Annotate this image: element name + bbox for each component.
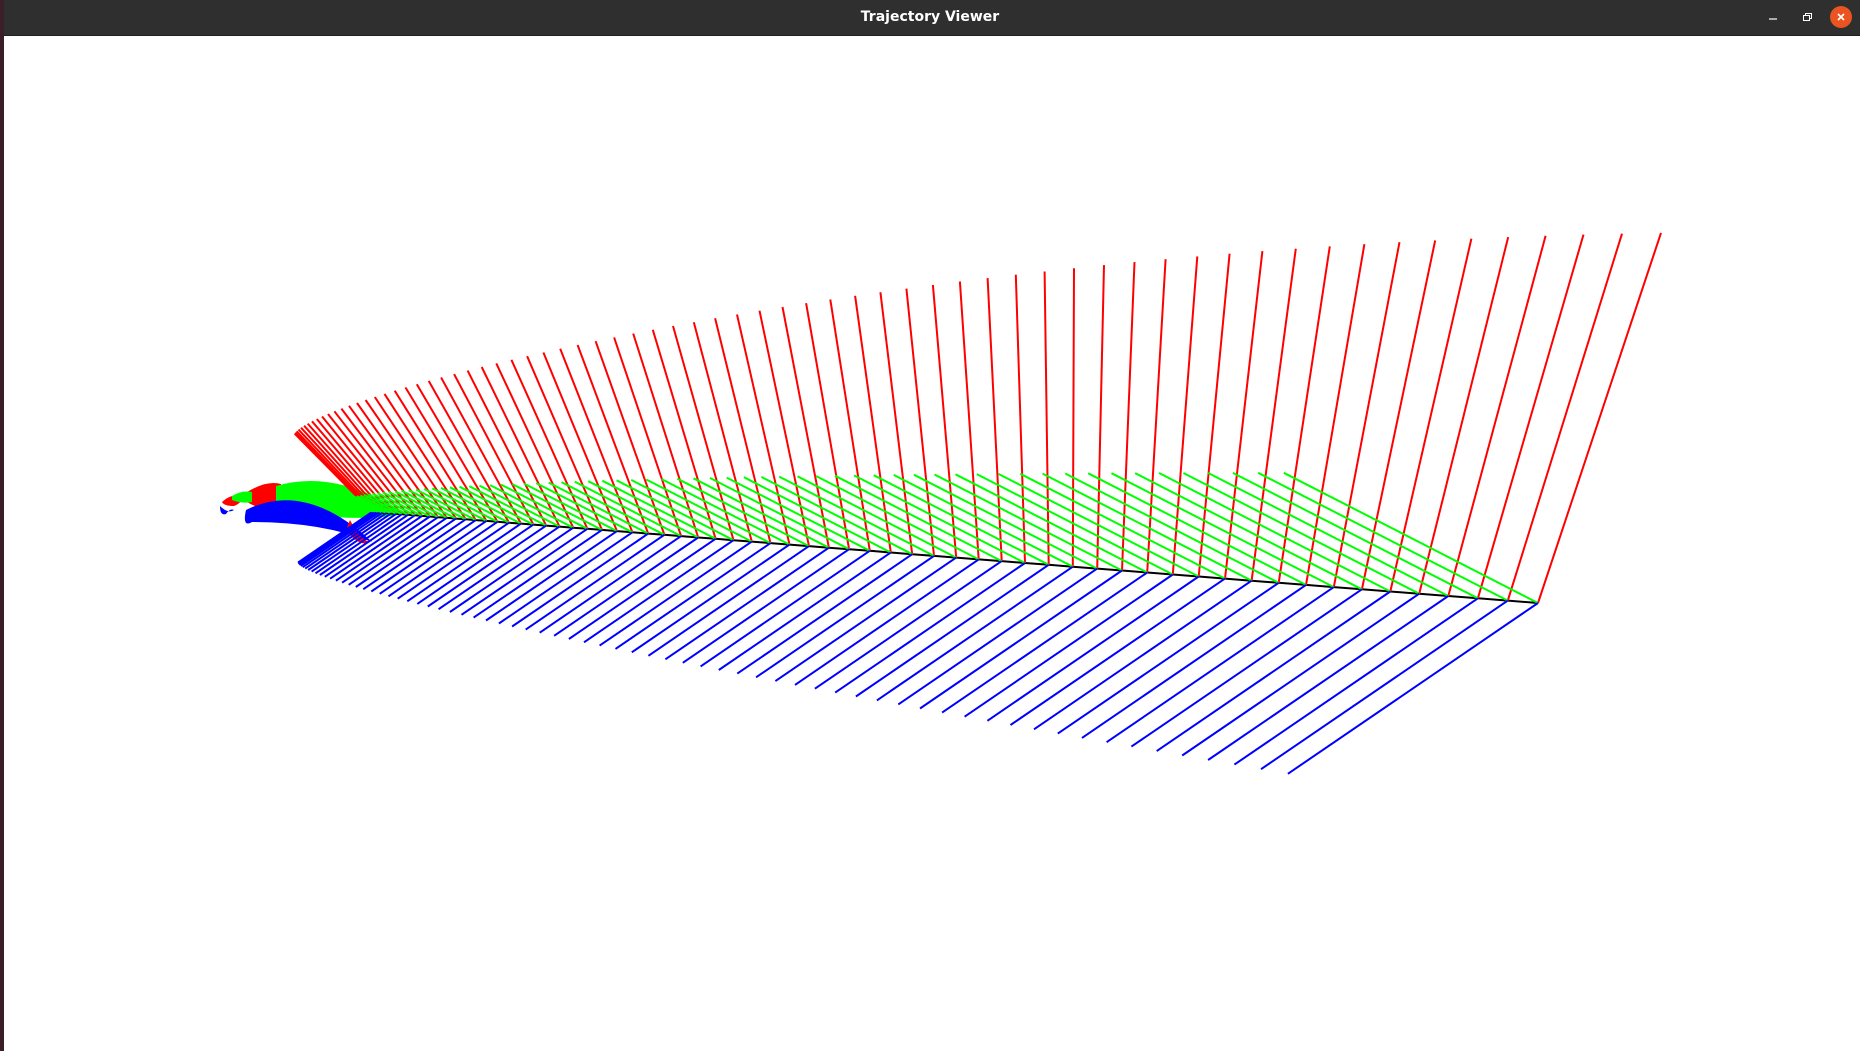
z-axis-line xyxy=(1033,579,1253,731)
x-axis-line xyxy=(1121,262,1136,571)
z-axis-line xyxy=(774,556,957,682)
z-axis-line xyxy=(1260,599,1509,771)
z-axis-line xyxy=(1009,577,1226,726)
z-axis-line xyxy=(682,548,850,664)
z-axis-line xyxy=(700,549,871,668)
z-axis-line xyxy=(1207,595,1449,761)
x-axis-line xyxy=(576,344,650,534)
z-axis-line xyxy=(647,545,810,657)
z-axis-line xyxy=(964,573,1174,718)
window-left-edge xyxy=(0,0,4,1051)
z-axis-line xyxy=(794,558,980,686)
trajectory-cluster-2 xyxy=(232,491,252,503)
z-axis-line xyxy=(631,543,791,654)
y-axis-line xyxy=(1232,472,1479,600)
x-axis-line xyxy=(632,333,700,538)
x-axis-line xyxy=(1197,253,1231,577)
z-axis-line xyxy=(1057,581,1280,735)
x-axis-line xyxy=(1096,265,1105,569)
z-axis-line xyxy=(599,540,753,647)
z-axis-line xyxy=(855,563,1050,698)
y-axis-line xyxy=(1111,472,1335,588)
z-axis-line xyxy=(834,562,1026,694)
x-axis-line xyxy=(1360,240,1437,590)
z-axis-line xyxy=(1181,592,1420,757)
z-axis-line xyxy=(941,571,1148,714)
trajectory-viewer-window: Trajectory Viewer xyxy=(0,0,1860,1051)
trajectory-cluster-4 xyxy=(220,506,234,515)
x-axis-line xyxy=(905,288,935,557)
z-axis-line xyxy=(986,575,1200,722)
z-axis-line xyxy=(718,551,892,671)
z-axis-line xyxy=(614,542,772,650)
z-axis-line xyxy=(814,560,1003,690)
y-axis-line xyxy=(1087,472,1307,586)
x-axis-line xyxy=(1389,238,1473,592)
z-axis-line xyxy=(755,555,935,679)
x-axis-line xyxy=(1537,232,1662,604)
y-axis-line xyxy=(1283,471,1539,604)
z-axis-line xyxy=(919,569,1123,710)
3d-viewport-canvas[interactable] xyxy=(4,36,1860,1051)
x-axis-line xyxy=(1305,244,1366,586)
z-axis-line xyxy=(664,546,830,661)
x-axis-line xyxy=(781,306,830,548)
x-axis-line xyxy=(1071,268,1075,567)
z-axis-line xyxy=(1233,597,1479,766)
x-axis-line xyxy=(1506,233,1623,601)
z-axis-line xyxy=(876,565,1074,702)
z-axis-line xyxy=(736,553,913,675)
z-axis-line xyxy=(897,567,1098,706)
z-axis-line xyxy=(1287,602,1539,775)
x-axis-line xyxy=(1332,242,1401,588)
trajectory-scene xyxy=(220,232,1662,775)
x-axis-line xyxy=(1146,259,1167,573)
x-axis-line xyxy=(758,310,810,547)
